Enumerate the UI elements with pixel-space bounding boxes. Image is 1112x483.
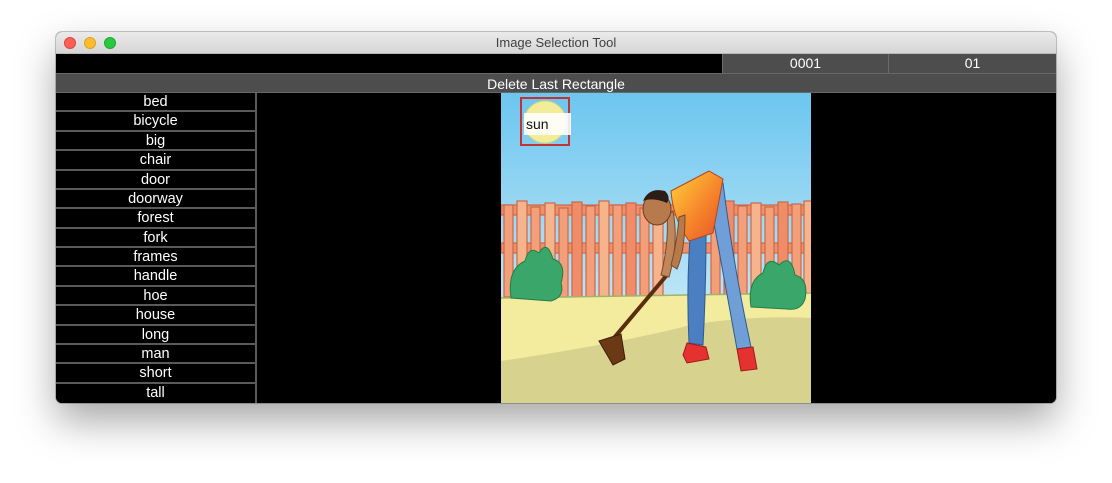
word-item-handle[interactable]: handle <box>56 267 255 287</box>
word-item-frames[interactable]: frames <box>56 248 255 268</box>
sub-index-value: 01 <box>964 55 981 71</box>
sub-index-counter[interactable]: 01 <box>888 54 1056 73</box>
word-item-door[interactable]: door <box>56 171 255 190</box>
image-index-counter[interactable]: 0001 <box>722 54 888 73</box>
word-item-house[interactable]: house <box>56 306 255 326</box>
word-item-hoe[interactable]: hoe <box>56 287 255 307</box>
word-item-bed[interactable]: bed <box>56 93 255 113</box>
bounding-box-sun[interactable]: sun <box>520 97 571 146</box>
word-item-fork[interactable]: fork <box>56 229 255 248</box>
window-title: Image Selection Tool <box>495 35 617 50</box>
image-canvas[interactable]: sun <box>257 93 1056 403</box>
top-status-bar: 0001 01 <box>56 54 1056 73</box>
app-window: Image Selection Tool 0001 01 Delete Last… <box>56 32 1056 403</box>
word-item-chair[interactable]: chair <box>56 151 255 171</box>
word-item-big[interactable]: big <box>56 132 255 152</box>
word-item-doorway[interactable]: doorway <box>56 190 255 210</box>
word-item-short[interactable]: short <box>56 364 255 384</box>
word-list: bed bicycle big chair door doorway fores… <box>56 93 257 403</box>
annotated-image[interactable]: sun <box>501 93 811 403</box>
title-bar[interactable]: Image Selection Tool <box>56 32 1056 54</box>
word-item-long[interactable]: long <box>56 326 255 345</box>
word-item-forest[interactable]: forest <box>56 209 255 229</box>
word-item-man[interactable]: man <box>56 345 255 365</box>
delete-last-rectangle-button[interactable]: Delete Last Rectangle <box>56 73 1056 93</box>
bounding-box-label: sun <box>524 113 571 135</box>
word-item-bicycle[interactable]: bicycle <box>56 112 255 132</box>
word-item-tall[interactable]: tall <box>56 384 255 403</box>
